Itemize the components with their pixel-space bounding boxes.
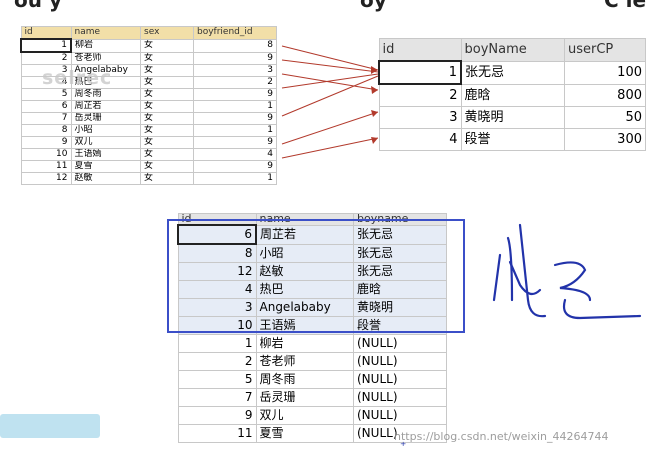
arrow-head bbox=[371, 110, 378, 117]
arrow-head bbox=[371, 137, 378, 144]
blurred-overlay bbox=[0, 414, 100, 438]
arrow-line bbox=[281, 111, 379, 145]
relation-arrows bbox=[281, 45, 379, 159]
annotation-overlay: ⁺ bbox=[281, 45, 642, 453]
arrow-line bbox=[281, 137, 379, 159]
arrow-head bbox=[371, 66, 378, 74]
arrow-head bbox=[371, 86, 378, 94]
url-watermark: https://blog.csdn.net/weixin_44264744 bbox=[394, 430, 609, 443]
handwriting-ink bbox=[492, 223, 642, 320]
